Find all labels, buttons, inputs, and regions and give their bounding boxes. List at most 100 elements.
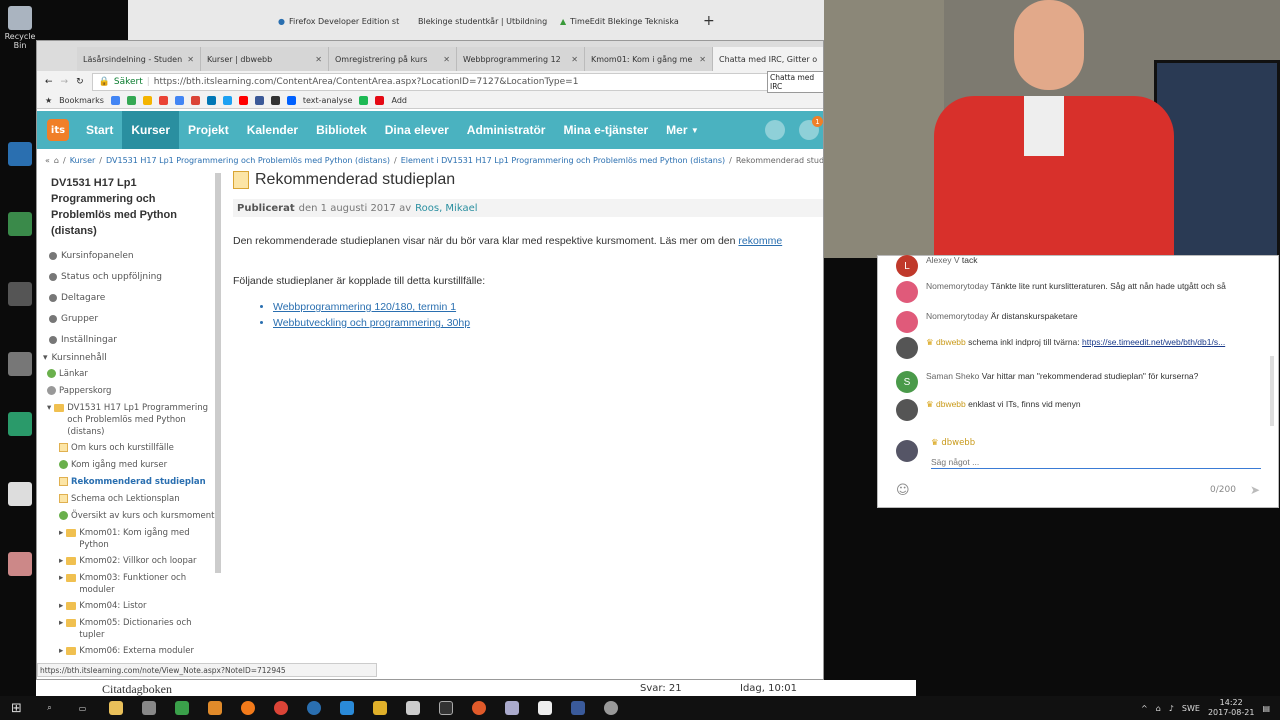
tree-item[interactable]: ▸ Kmom01: Kom igång med Python — [59, 525, 215, 553]
facebook-icon[interactable] — [254, 96, 264, 105]
github-icon[interactable] — [270, 96, 280, 105]
search-icon[interactable]: ⌕ — [33, 696, 66, 720]
tree-item[interactable]: ▸ Kmom02: Villkor och loopar — [59, 553, 215, 570]
message-user[interactable]: Nomemorytoday — [926, 281, 988, 291]
taskbar-app[interactable] — [363, 696, 396, 720]
nav-start[interactable]: Start — [77, 111, 122, 149]
desktop-shortcut[interactable] — [2, 412, 38, 438]
sidebar-item-deltagare[interactable]: Deltagare — [43, 287, 215, 308]
tree-item[interactable]: ▸ Kmom04: Listor — [59, 598, 215, 615]
taskbar-app[interactable] — [198, 696, 231, 720]
avatar[interactable] — [896, 311, 918, 333]
spotify-icon[interactable] — [359, 96, 369, 105]
avatar[interactable] — [896, 281, 918, 303]
breadcrumb-kurser[interactable]: Kurser — [70, 156, 96, 165]
tree-root-folder[interactable]: ▾ DV1531 H17 Lp1 Programmering och Proble… — [47, 400, 215, 440]
close-icon[interactable]: ✕ — [443, 55, 450, 64]
back-icon[interactable]: ← — [45, 77, 53, 87]
sidebar-item-installningar[interactable]: Inställningar — [43, 329, 215, 350]
nav-administrator[interactable]: Administratör — [458, 111, 555, 149]
bookmark-icon[interactable] — [286, 96, 296, 105]
tree-item[interactable]: ▸ Kmom06: Externa moduler — [59, 643, 215, 660]
nav-bibliotek[interactable]: Bibliotek — [307, 111, 376, 149]
desktop-shortcut[interactable] — [2, 352, 38, 378]
bookmark-add[interactable]: Add — [391, 96, 407, 105]
breadcrumb-element[interactable]: Element i DV1531 H17 Lp1 Programmering o… — [401, 156, 725, 165]
desktop-shortcut[interactable] — [2, 482, 38, 508]
chrome-icon[interactable] — [264, 696, 297, 720]
message-icon[interactable]: 1 — [799, 116, 823, 140]
tree-item[interactable]: Rekommenderad studieplan — [59, 474, 215, 491]
tree-item-trash[interactable]: Papperskorg — [47, 383, 215, 400]
close-icon[interactable]: ✕ — [699, 55, 706, 64]
bookmark-icon[interactable] — [142, 96, 152, 105]
itslearning-logo[interactable]: its — [47, 119, 69, 141]
nav-projekt[interactable]: Projekt — [179, 111, 238, 149]
tab-active[interactable]: Chatta med IRC, Gitter o — [713, 47, 823, 71]
sidebar-item-grupper[interactable]: Grupper — [43, 308, 215, 329]
google-icon[interactable] — [110, 96, 120, 105]
message-link[interactable]: https://se.timeedit.net/web/bth/db1/s... — [1082, 337, 1225, 347]
desktop-shortcut[interactable] — [2, 282, 38, 308]
tab[interactable]: Läsårsindelning - Studen ✕ — [77, 47, 201, 71]
twitter-icon[interactable] — [222, 96, 232, 105]
tab[interactable]: Omregistrering på kurs ✕ — [329, 47, 457, 71]
bookmark-icon[interactable] — [158, 96, 168, 105]
forward-icon[interactable]: → — [61, 77, 69, 87]
nav-mer[interactable]: Mer ▼ — [657, 111, 708, 149]
chat-scrollbar[interactable] — [1270, 356, 1274, 426]
sidebar-scrollbar[interactable] — [215, 173, 221, 573]
bookmarks-label[interactable]: Bookmarks — [59, 96, 104, 105]
bookmark-icon[interactable] — [126, 96, 136, 105]
language-indicator[interactable]: SWE — [1182, 704, 1200, 713]
url-input[interactable]: 🔒 Säkert | https://bth.itslearning.com/C… — [91, 73, 823, 91]
avatar[interactable]: S — [896, 371, 918, 393]
volume-icon[interactable]: ♪ — [1169, 704, 1174, 713]
chevron-up-icon[interactable]: ^ — [1141, 704, 1148, 713]
sidebar-item-status[interactable]: Status och uppföljning — [43, 266, 215, 287]
message-user[interactable]: Saman Sheko — [926, 371, 979, 381]
send-icon[interactable]: ➤ — [1250, 483, 1260, 497]
study-plan-link[interactable]: Webbutveckling och programmering, 30hp — [273, 317, 823, 333]
taskbar-app[interactable] — [594, 696, 627, 720]
close-icon[interactable]: ✕ — [571, 55, 578, 64]
google-icon[interactable] — [174, 96, 184, 105]
linkedin-icon[interactable] — [206, 96, 216, 105]
tree-item[interactable]: Översikt av kurs och kursmoment — [59, 508, 215, 525]
sidebar-section-kursinnehall[interactable]: ▾ Kursinnehåll — [43, 350, 215, 366]
tree-item[interactable]: Schema och Lektionsplan — [59, 491, 215, 508]
bell-icon[interactable] — [765, 120, 785, 140]
clock[interactable]: 14:22 2017-08-21 — [1208, 698, 1255, 718]
taskbar-app[interactable] — [99, 696, 132, 720]
taskbar-app[interactable] — [165, 696, 198, 720]
intro-link[interactable]: rekomme — [738, 235, 782, 247]
gmail-icon[interactable] — [190, 96, 200, 105]
emoji-icon[interactable]: ☺ — [896, 483, 910, 498]
desktop-shortcut[interactable] — [2, 142, 38, 168]
course-title[interactable]: DV1531 H17 Lp1 Programmering och Problem… — [43, 171, 215, 245]
start-button[interactable]: ⊞ — [0, 696, 33, 720]
tab[interactable]: Blekinge studentkår | Utbildning — [418, 10, 548, 32]
collapse-icon[interactable]: « — [45, 156, 50, 165]
taskbar-app[interactable] — [561, 696, 594, 720]
avatar[interactable] — [896, 399, 918, 421]
tree-item[interactable]: Om kurs och kurstillfälle — [59, 440, 215, 457]
tree-item[interactable]: ▸ Kmom03: Funktioner och moduler — [59, 570, 215, 598]
firefox-icon[interactable] — [231, 696, 264, 720]
tab[interactable]: Kurser | dbwebb ✕ — [201, 47, 329, 71]
reload-icon[interactable]: ↻ — [76, 77, 84, 87]
tab[interactable]: ▲ TimeEdit Blekinge Tekniska — [560, 10, 700, 32]
taskbar-app[interactable] — [297, 696, 330, 720]
taskbar-app[interactable] — [330, 696, 363, 720]
new-tab-button[interactable]: + — [703, 10, 723, 32]
breadcrumb-course[interactable]: DV1531 H17 Lp1 Programmering och Problem… — [106, 156, 390, 165]
sidebar-item-kursinfopanelen[interactable]: Kursinfopanelen — [43, 245, 215, 266]
author-link[interactable]: Roos, Mikael — [415, 203, 477, 214]
tree-item[interactable]: ▸Kmom07/10: Projekt och examination — [59, 660, 215, 661]
youtube-icon[interactable] — [238, 96, 248, 105]
tree-item[interactable]: Kom igång med kurser — [59, 457, 215, 474]
tree-item-links[interactable]: Länkar — [47, 366, 215, 383]
taskbar-app[interactable] — [495, 696, 528, 720]
network-icon[interactable]: ⌂ — [1156, 704, 1161, 713]
tree-item[interactable]: ▸ Kmom05: Dictionaries och tupler — [59, 615, 215, 643]
